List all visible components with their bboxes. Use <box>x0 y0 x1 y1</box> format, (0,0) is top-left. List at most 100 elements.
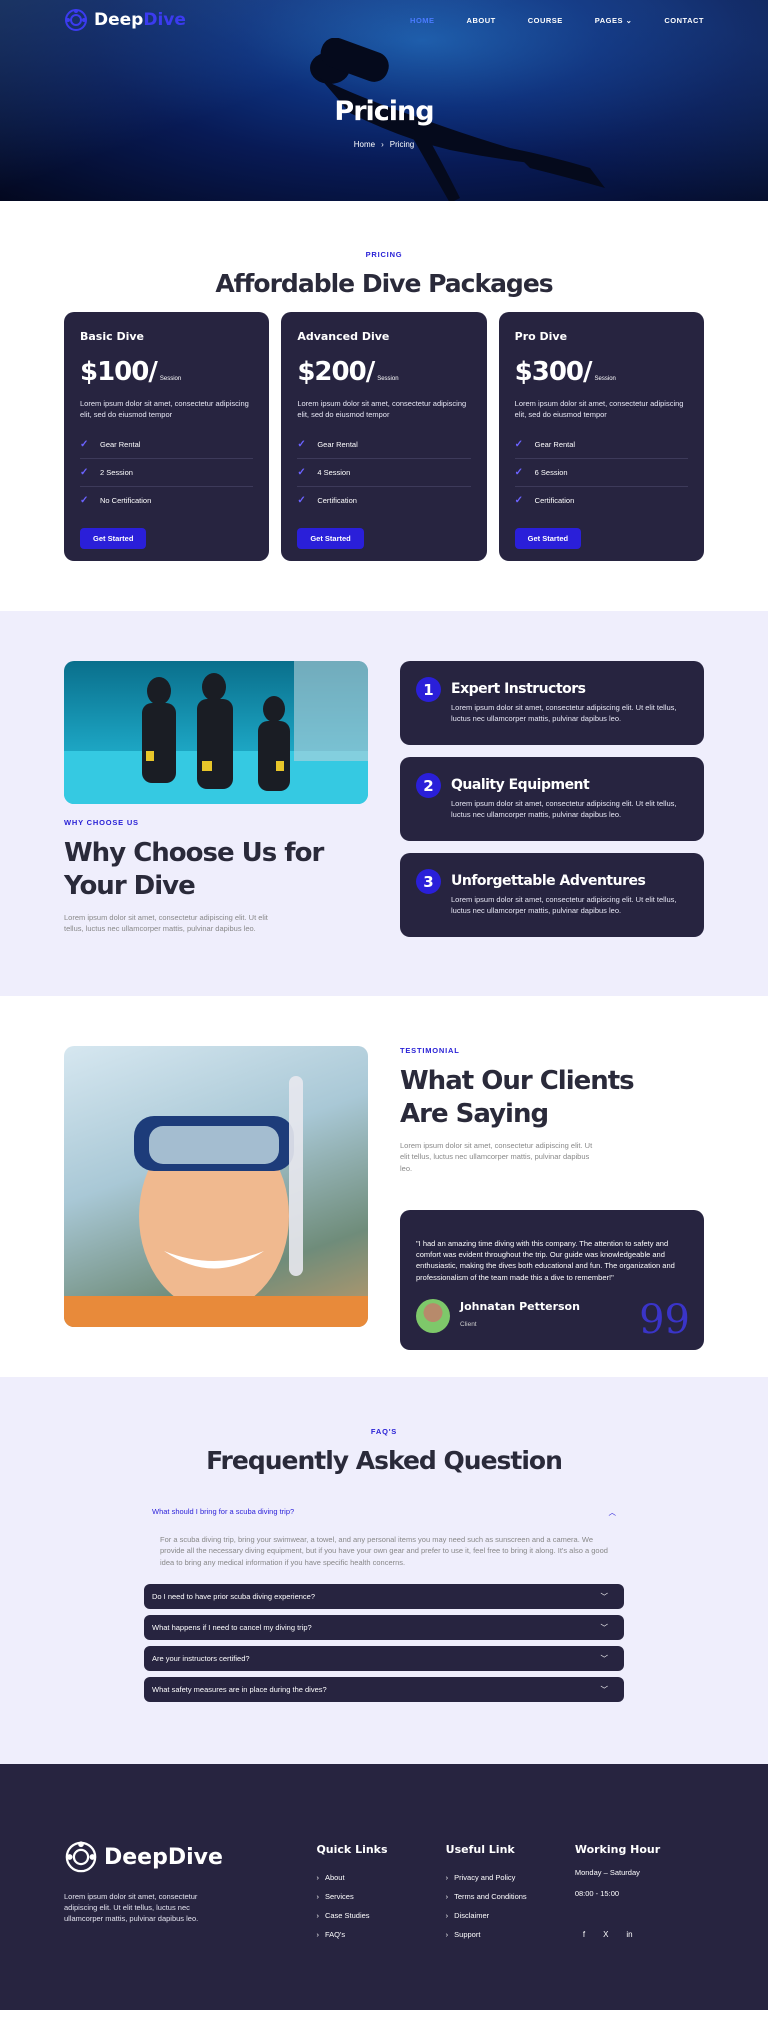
pricing-cards: Basic Dive $100/Session Lorem ipsum dolo… <box>64 312 704 561</box>
working-hours: Working Hour Monday – Saturday 08:00 - 1… <box>575 1840 704 2010</box>
feature-item: ✓ Gear Rental <box>297 431 471 459</box>
facebook-icon[interactable]: f <box>583 1930 585 1939</box>
feature-list: 1 Expert Instructors Lorem ipsum dolor si… <box>400 661 704 941</box>
pricing-card-basic: Basic Dive $100/Session Lorem ipsum dolo… <box>64 312 270 561</box>
check-icon: ✓ <box>80 494 89 506</box>
plan-name: Basic Dive <box>80 330 145 343</box>
check-icon: ✓ <box>297 466 306 478</box>
why-description: Lorem ipsum dolor sit amet, consectetur … <box>64 913 268 934</box>
plan-name: Pro Dive <box>514 330 568 343</box>
nav-course[interactable]: COURSE <box>528 16 563 25</box>
feature-item: ✓ Gear Rental <box>514 431 688 459</box>
nav-pages[interactable]: PAGES ⌄ <box>595 16 633 25</box>
check-icon: ✓ <box>80 438 89 450</box>
faq-section: FAQ'S Frequently Asked Question What sho… <box>0 1377 768 1764</box>
feature-item: ✓ 6 Session <box>514 459 688 487</box>
footer-link[interactable]: › Terms and Conditions <box>446 1887 575 1906</box>
hero-banner: DeepDive HOME ABOUT COURSE PAGES ⌄ CONTA… <box>0 0 768 201</box>
working-hours-title: Working Hour <box>574 1843 661 1856</box>
footer-brand-name: DeepDive <box>104 1844 223 1870</box>
testimonial-title: What Our Clients Are Saying <box>400 1066 635 1129</box>
footer-link[interactable]: › Services <box>316 1887 445 1906</box>
footer-link[interactable]: › Disclaimer <box>446 1906 575 1925</box>
chevron-right-icon: › <box>445 1930 449 1939</box>
footer-logo[interactable]: DeepDive <box>64 1840 316 1874</box>
testimonial-card: "I had an amazing time diving with this … <box>400 1209 704 1350</box>
plan-price: $200/Session <box>297 357 399 387</box>
chevron-down-icon: ﹀ <box>600 1622 609 1632</box>
plan-features: ✓ Gear Rental ✓ 6 Session ✓ Certification <box>514 431 688 514</box>
brand-name: DeepDive <box>94 10 186 30</box>
faq-question[interactable]: What safety measures are in place during… <box>144 1676 624 1702</box>
faq-answer: For a scuba diving trip, bring your swim… <box>160 1535 608 1567</box>
snorkel-woman-image <box>64 1046 368 1327</box>
logo[interactable]: DeepDive <box>64 8 186 32</box>
plan-description: Lorem ipsum dolor sit amet, consectetur … <box>514 399 684 419</box>
chevron-right-icon: › <box>445 1911 449 1920</box>
check-icon: ✓ <box>80 466 89 478</box>
pricing-title: Affordable Dive Packages <box>215 269 553 298</box>
get-started-button[interactable]: Get Started <box>80 527 147 549</box>
useful-links-title: Useful Link <box>445 1843 515 1856</box>
useful-links: Useful Link › Privacy and Policy › Terms a… <box>446 1840 575 2010</box>
feature-title: Unforgettable Adventures <box>451 873 646 889</box>
why-title: Why Choose Us for Your Dive <box>64 838 324 901</box>
chevron-right-icon: › <box>316 1873 319 1882</box>
nav-links: HOME ABOUT COURSE PAGES ⌄ CONTACT <box>410 16 704 25</box>
navbar: DeepDive HOME ABOUT COURSE PAGES ⌄ CONTA… <box>0 0 768 40</box>
quick-links-title: Quick Links <box>316 1843 388 1856</box>
feature-title: Quality Equipment <box>451 777 590 793</box>
pricing-eyebrow: PRICING <box>365 250 403 259</box>
footer-link[interactable]: › Case Studies <box>316 1906 445 1925</box>
feature-description: Lorem ipsum dolor sit amet, consectetur … <box>451 703 677 723</box>
working-time: 08:00 - 15:00 <box>574 1889 620 1898</box>
footer-link[interactable]: › Privacy and Policy <box>446 1868 575 1887</box>
x-twitter-icon[interactable]: X <box>603 1930 608 1939</box>
faq-question[interactable]: Do I need to have prior scuba diving exp… <box>144 1583 624 1609</box>
author-role: Client <box>460 1321 477 1329</box>
working-days: Monday – Saturday <box>574 1868 640 1877</box>
breadcrumb-current: Pricing <box>389 140 415 149</box>
why-eyebrow: WHY CHOOSE US <box>64 818 139 827</box>
feature-card-equipment: 2 Quality Equipment Lorem ipsum dolor sit… <box>400 757 704 841</box>
feature-card-adventures: 3 Unforgettable Adventures Lorem ipsum do… <box>400 853 704 937</box>
feature-item: ✓ Certification <box>297 494 357 506</box>
diving-helmet-icon <box>65 1841 97 1873</box>
pricing-card-advanced: Advanced Dive $200/Session Lorem ipsum d… <box>281 312 487 561</box>
plan-features: ✓ Gear Rental ✓ 2 Session ✓ No Certificatio… <box>80 431 254 514</box>
footer-link[interactable]: › About <box>316 1868 445 1887</box>
nav-contact[interactable]: CONTACT <box>664 16 704 25</box>
footer-description: Lorem ipsum dolor sit amet, consectetur … <box>64 1892 199 1923</box>
faq-question[interactable]: Are your instructors certified? ﹀ <box>144 1645 624 1671</box>
footer-link[interactable]: › Support <box>446 1925 575 1944</box>
chevron-up-icon: ︿ <box>608 1508 617 1517</box>
breadcrumb-home[interactable]: Home <box>354 140 375 149</box>
pricing-card-pro: Pro Dive $300/Session Lorem ipsum dolor … <box>498 312 704 561</box>
nav-about[interactable]: ABOUT <box>467 16 496 25</box>
pricing-section: PRICING Affordable Dive Packages Basic D… <box>0 201 768 611</box>
faq-question-open[interactable]: What should I bring for a scuba diving t… <box>144 1499 624 1526</box>
chevron-down-icon: ﹀ <box>600 1684 609 1694</box>
feature-description: Lorem ipsum dolor sit amet, consectetur … <box>451 799 677 819</box>
feature-item: ✓ Gear Rental <box>80 431 254 459</box>
why-choose-us-section: WHY CHOOSE US Why Choose Us for Your Dive… <box>0 611 768 996</box>
feature-item: ✓ 4 Session <box>297 459 471 487</box>
chevron-right-icon: › <box>445 1873 449 1882</box>
footer-link[interactable]: › FAQ's <box>316 1925 445 1944</box>
linkedin-icon[interactable]: in <box>626 1930 632 1939</box>
faq-question[interactable]: What happens if I need to cancel my divi… <box>144 1614 624 1640</box>
get-started-button[interactable]: Get Started <box>297 527 364 549</box>
page-title: Pricing <box>334 96 434 127</box>
divers-group-image <box>64 661 368 804</box>
plan-name: Advanced Dive <box>297 330 390 343</box>
get-started-button[interactable]: Get Started <box>514 527 582 549</box>
number-badge: 2 <box>416 773 441 798</box>
diving-helmet-icon <box>65 9 87 31</box>
testimonial-eyebrow: TESTIMONIAL <box>400 1046 460 1055</box>
testimonial-quote: "I had an amazing time diving with this … <box>416 1238 675 1282</box>
plan-features: ✓ Gear Rental ✓ 4 Session ✓ Certification <box>297 431 471 514</box>
testimonial-description: Lorem ipsum dolor sit amet, consectetur … <box>400 1141 593 1173</box>
author-name: Johnatan Petterson <box>460 1300 580 1314</box>
avatar <box>416 1298 450 1333</box>
nav-home[interactable]: HOME <box>410 16 435 25</box>
